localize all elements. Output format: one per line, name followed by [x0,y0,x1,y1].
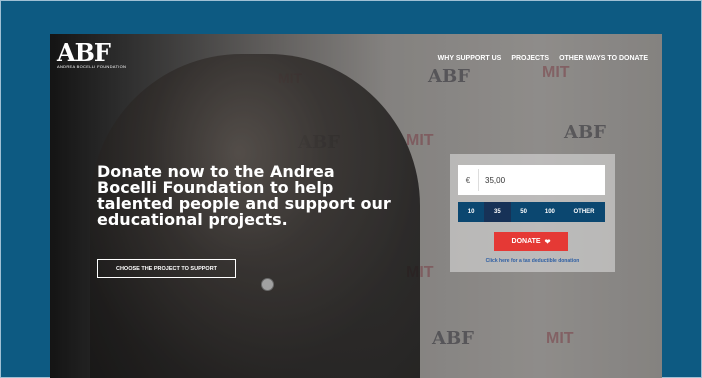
hero-headline: Donate now to the Andrea Bocelli Foundat… [97,162,391,229]
currency-symbol: € [465,175,471,185]
choose-project-button[interactable]: CHOOSE THE PROJECT TO SUPPORT [97,259,236,278]
hero-section: ABF MIT MIT ABF MIT ABF MIT ABF MIT ABF … [50,34,662,378]
logo-mark: ABF [57,38,111,67]
heart-icon: ❤ [544,238,551,246]
logo-subtitle: ANDREA BOCELLI FOUNDATION [57,64,127,69]
preset-other[interactable]: OTHER [563,202,605,222]
donate-button[interactable]: DONATE ❤ [494,232,568,251]
preset-50[interactable]: 50 [511,202,537,222]
nav-projects[interactable]: PROJECTS [511,55,549,62]
main-nav: WHY SUPPORT US PROJECTS OTHER WAYS TO DO… [438,55,648,62]
donate-label: DONATE [511,238,541,245]
amount-field[interactable]: € 35,00 [458,165,605,195]
nav-why-support-us[interactable]: WHY SUPPORT US [438,55,502,62]
preset-35[interactable]: 35 [484,202,511,222]
preset-100[interactable]: 100 [537,202,563,222]
amount-presets: 10 35 50 100 OTHER [458,202,605,222]
tax-deductible-link[interactable]: Click here for a tax deductible donation [450,258,615,264]
donation-panel: € 35,00 10 35 50 100 OTHER DONATE ❤ Clic… [450,154,615,272]
preset-10[interactable]: 10 [458,202,484,222]
amount-value[interactable]: 35,00 [479,176,505,185]
site-logo[interactable]: ABF ANDREA BOCELLI FOUNDATION [57,38,127,70]
nav-other-ways-to-donate[interactable]: OTHER WAYS TO DONATE [559,55,648,62]
